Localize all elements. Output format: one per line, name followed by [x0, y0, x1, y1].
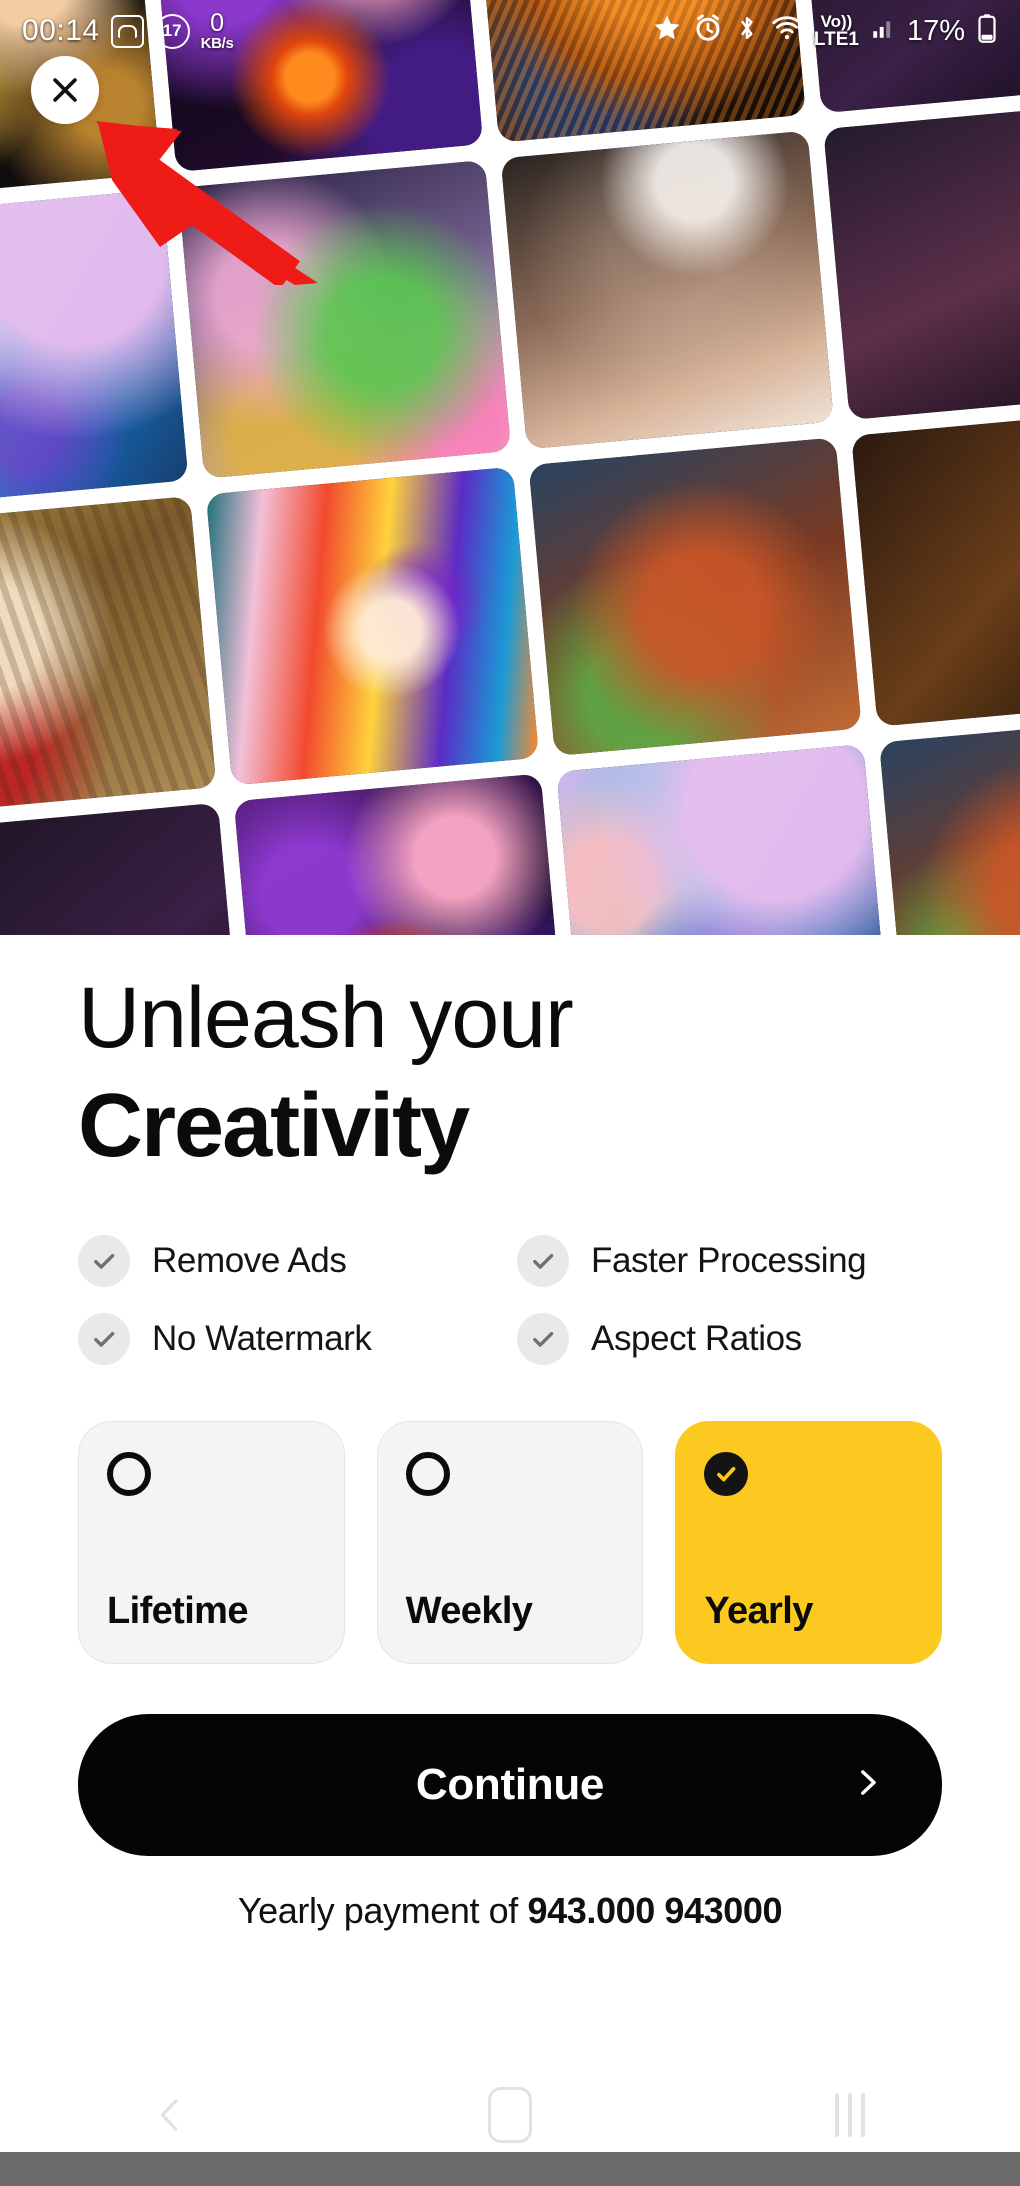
status-bar: 00:14 17 0 KB/s Vo)) LTE1 17%: [0, 0, 1020, 62]
collage-tile: [879, 714, 1020, 960]
plan-label: Lifetime: [107, 1589, 249, 1632]
collage-tile: [0, 189, 189, 509]
bluetooth-icon: [734, 13, 760, 50]
collage-tile: [500, 130, 834, 450]
plan-option-lifetime[interactable]: Lifetime: [78, 1420, 345, 1664]
feature-label: Faster Processing: [591, 1240, 867, 1280]
collage-tile: [0, 496, 217, 815]
android-navigation-bar: [0, 2078, 1020, 2152]
feature-item: Remove Ads: [78, 1234, 503, 1287]
feature-item: Aspect Ratios: [517, 1312, 942, 1365]
feature-item: Faster Processing: [517, 1234, 942, 1287]
plan-label: Weekly: [405, 1589, 533, 1632]
payment-note: Yearly payment of 943.000 943000: [78, 1890, 942, 1932]
paywall-content: Unleash your Creativity Remove Ads Faste…: [0, 935, 1020, 1932]
collage-tile: [556, 744, 890, 960]
system-bottom-bar: [0, 2152, 1020, 2186]
status-clock: 00:14: [22, 14, 100, 47]
volte-indicator: Vo)) LTE1: [814, 13, 859, 49]
page-title: Unleash your Creativity: [78, 935, 942, 1173]
nav-recents-button[interactable]: [790, 2078, 910, 2152]
feature-item: No Watermark: [78, 1312, 503, 1365]
check-icon: [517, 1234, 569, 1287]
alarm-icon: [693, 13, 723, 50]
chevron-right-icon: [850, 1762, 884, 1807]
check-icon: [517, 1312, 569, 1365]
payment-amount: 943.000 943000: [527, 1889, 783, 1931]
collage-tile: [205, 466, 540, 786]
volte-label-bottom: LTE1: [813, 29, 859, 50]
wifi-icon: [771, 13, 803, 50]
star-icon: [652, 13, 682, 50]
collage-tile: [528, 437, 862, 757]
collage-tile: [177, 159, 512, 479]
volte-label-top: Vo)): [820, 12, 853, 31]
radio-unchecked-icon[interactable]: [107, 1451, 151, 1496]
plan-label: Yearly: [704, 1589, 813, 1632]
plan-selector: Lifetime Weekly Yearly: [78, 1420, 943, 1664]
check-icon: [78, 1312, 130, 1365]
status-bar-right: Vo)) LTE1 17%: [652, 13, 998, 50]
artwork-collage: [0, 0, 1020, 960]
payment-note-prefix: Yearly payment of: [237, 1889, 528, 1931]
app-screen: 00:14 17 0 KB/s Vo)) LTE1 17% Unleash yo…: [0, 0, 1020, 2186]
battery-icon: [976, 13, 998, 50]
recents-icon: [835, 2093, 865, 2137]
continue-button-label: Continue: [415, 1759, 605, 1809]
radio-checked-icon[interactable]: [704, 1451, 749, 1496]
network-speed-indicator: 0 KB/s: [200, 9, 234, 52]
network-speed-unit: KB/s: [200, 35, 234, 52]
nav-back-button[interactable]: [110, 2078, 230, 2152]
collage-grid: [0, 0, 1020, 960]
network-speed-value: 0: [210, 9, 225, 37]
back-icon: [160, 2099, 178, 2131]
collage-tile: [233, 773, 567, 960]
signal-bars-icon: [870, 14, 896, 49]
feature-label: Remove Ads: [152, 1240, 347, 1280]
headline-line-1: Unleash your: [78, 970, 574, 1066]
feature-label: Aspect Ratios: [591, 1318, 802, 1358]
feature-list: Remove Ads Faster Processing No Watermar…: [78, 1234, 942, 1365]
plan-option-weekly[interactable]: Weekly: [376, 1420, 644, 1664]
close-icon: [53, 78, 77, 102]
radio-unchecked-icon[interactable]: [405, 1451, 450, 1496]
feature-label: No Watermark: [152, 1318, 372, 1358]
continue-button[interactable]: Continue: [78, 1713, 942, 1856]
plan-option-yearly[interactable]: Yearly: [675, 1420, 943, 1664]
notification-count-badge: 17: [154, 13, 190, 49]
home-icon: [488, 2087, 532, 2143]
close-button[interactable]: [31, 56, 99, 124]
collage-tile: [823, 101, 1020, 420]
status-bar-left: 00:14 17 0 KB/s: [22, 9, 234, 52]
battery-percent-label: 17%: [906, 14, 965, 47]
headline-line-2: Creativity: [78, 1075, 470, 1176]
screenshot-icon: [110, 14, 144, 48]
nav-home-button[interactable]: [450, 2078, 570, 2152]
check-icon: [78, 1234, 130, 1287]
collage-tile: [851, 407, 1020, 727]
